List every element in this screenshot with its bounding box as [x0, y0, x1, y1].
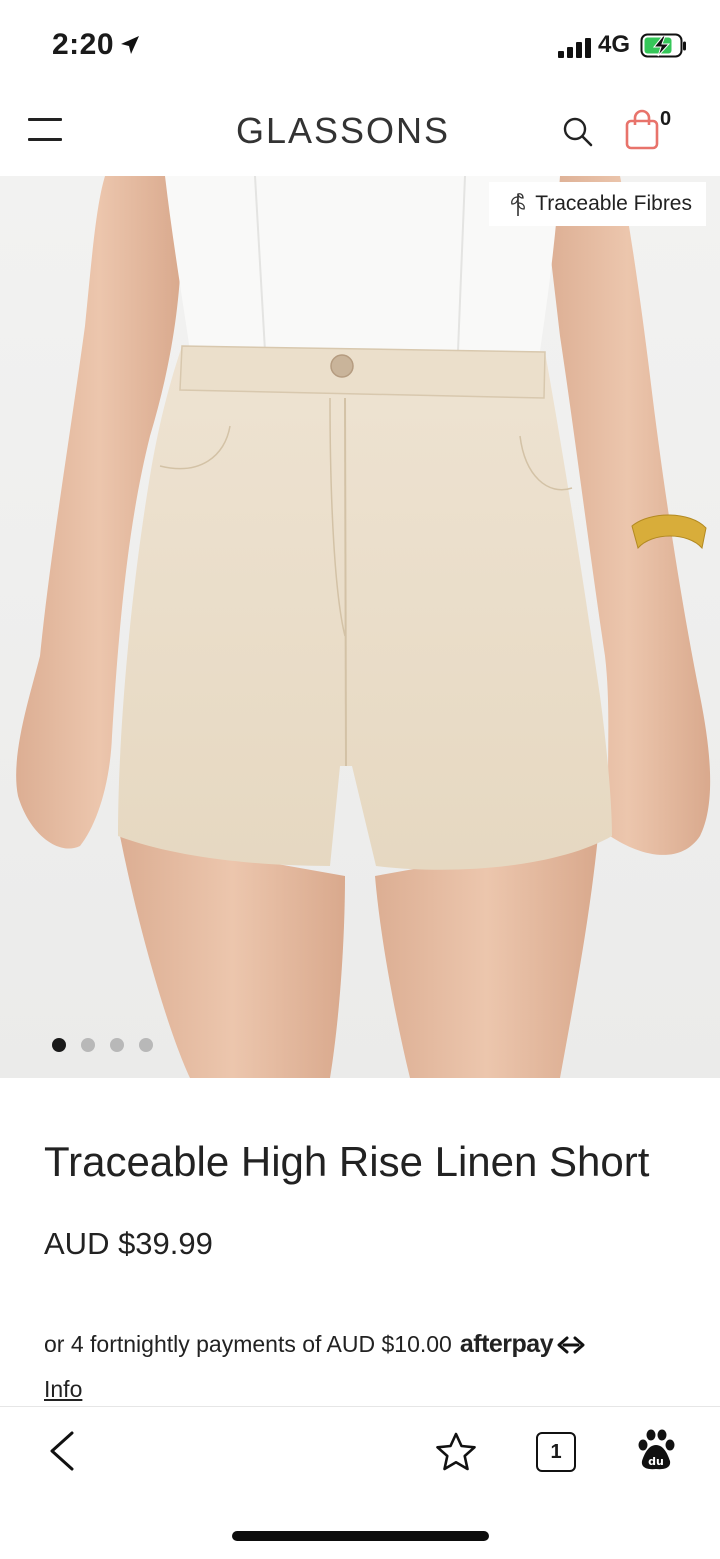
product-title: Traceable High Rise Linen Short [44, 1138, 650, 1185]
carousel-dot-1[interactable] [52, 1038, 66, 1052]
battery-charging-icon [640, 33, 686, 58]
leaf-icon [511, 193, 526, 216]
brand-logo[interactable]: GLASSONS [0, 110, 720, 152]
search-icon[interactable] [562, 116, 594, 148]
carousel-pagination[interactable] [52, 1038, 153, 1052]
star-icon[interactable] [434, 1431, 478, 1473]
network-type: 4G [598, 31, 631, 58]
location-arrow-icon [121, 36, 139, 54]
carousel-dot-3[interactable] [110, 1038, 124, 1052]
tab-count: 1 [550, 1440, 562, 1463]
product-photo [16, 176, 711, 1078]
tabs-icon[interactable]: 1 [536, 1432, 576, 1472]
shopping-bag-icon[interactable] [624, 108, 662, 150]
traceable-fibres-label: Traceable Fibres [535, 192, 692, 215]
back-chevron-icon[interactable] [46, 1429, 76, 1473]
afterpay-logo: afterpay [460, 1330, 587, 1359]
installments-text: or 4 fortnightly payments of AUD $10.00 [44, 1331, 452, 1357]
svg-text:du: du [648, 1455, 664, 1468]
home-indicator[interactable] [232, 1531, 489, 1541]
afterpay-wordmark: afterpay [459, 1330, 554, 1358]
afterpay-installments: or 4 fortnightly payments of AUD $10.00 … [44, 1330, 587, 1359]
cart-count-badge: 0 [660, 108, 672, 130]
status-time: 2:20 [52, 28, 115, 61]
afterpay-logo-icon [557, 1336, 585, 1353]
product-price: AUD $39.99 [44, 1226, 213, 1261]
afterpay-info-link[interactable]: Info [44, 1376, 82, 1403]
carousel-dot-2[interactable] [81, 1038, 95, 1052]
traceable-fibres-badge: Traceable Fibres [489, 182, 706, 226]
carousel-dot-4[interactable] [139, 1038, 153, 1052]
baidu-paw-icon[interactable]: du [636, 1429, 676, 1471]
site-header: GLASSONS 0 [0, 92, 720, 176]
signal-icon [558, 38, 591, 58]
product-image-carousel[interactable]: Traceable Fibres [0, 176, 720, 1078]
status-bar: 2:20 4G [0, 0, 720, 92]
